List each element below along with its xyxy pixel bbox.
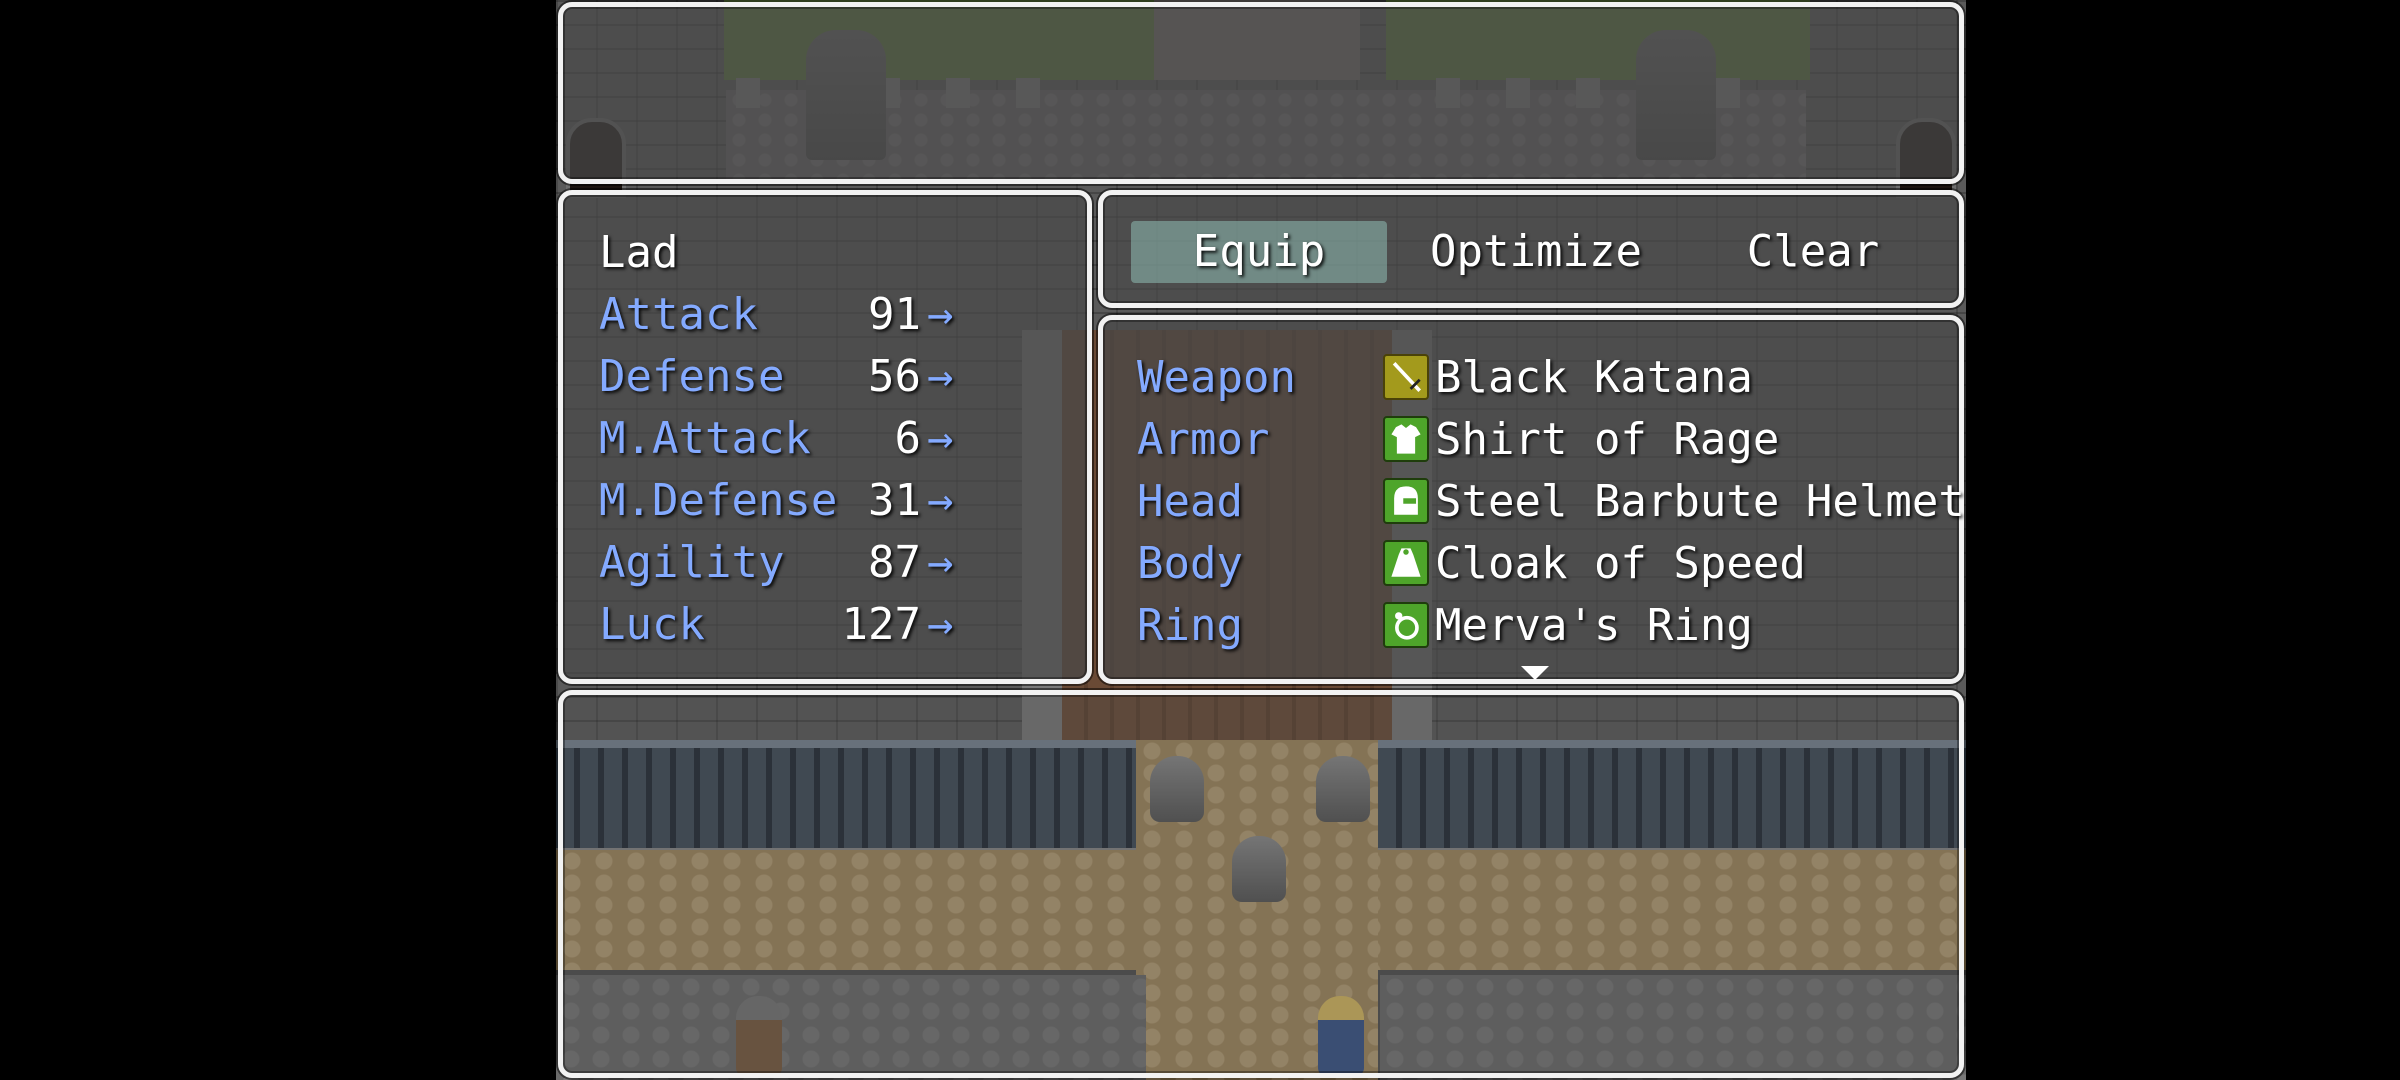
stat-row-agility: Agility 87 →: [599, 535, 1079, 591]
stat-value: 87: [868, 537, 921, 588]
status-window: Lad Attack 91 → Defense 56 → M.Attack 6 …: [558, 190, 1092, 684]
item-name: Shirt of Rage: [1435, 414, 1780, 465]
stat-value: 6: [894, 413, 922, 464]
right-arrow-icon: →: [927, 413, 954, 464]
equip-command[interactable]: Equip: [1131, 221, 1387, 283]
stat-row-luck: Luck 127 →: [599, 597, 1079, 653]
help-window: [558, 2, 1964, 184]
stat-label: Attack: [599, 289, 758, 340]
ring-icon: [1383, 602, 1429, 648]
stat-row-m-attack: M.Attack 6 →: [599, 411, 1079, 467]
stat-row-defense: Defense 56 →: [599, 349, 1079, 405]
item-list-window: [558, 690, 1964, 1078]
shirt-icon: [1383, 416, 1429, 462]
game-screen: Lad Attack 91 → Defense 56 → M.Attack 6 …: [556, 0, 1966, 1080]
stat-label: M.Attack: [599, 413, 811, 464]
stat-label: Agility: [599, 537, 785, 588]
item-name: Black Katana: [1435, 352, 1753, 403]
item-name: Steel Barbute Helmet: [1435, 476, 1965, 527]
slot-row-armor[interactable]: Armor Shirt of Rage: [1137, 412, 1957, 468]
slot-label: Body: [1137, 538, 1243, 589]
stat-value: 91: [868, 289, 921, 340]
stat-value: 127: [841, 599, 921, 650]
stat-value: 31: [868, 475, 921, 526]
stat-label: Luck: [599, 599, 705, 650]
equip-slot-window: Weapon Black Katana Armor Shirt of Rage …: [1098, 315, 1965, 684]
stat-label: Defense: [599, 351, 785, 402]
scroll-down-arrow-icon[interactable]: [1521, 666, 1549, 680]
slot-row-weapon[interactable]: Weapon Black Katana: [1137, 350, 1957, 406]
helmet-icon: [1383, 478, 1429, 524]
right-arrow-icon: →: [927, 537, 954, 588]
right-arrow-icon: →: [927, 599, 954, 650]
item-name: Merva's Ring: [1435, 600, 1753, 651]
slot-label: Weapon: [1137, 352, 1296, 403]
sword-icon: [1383, 354, 1429, 400]
stat-row-m-defense: M.Defense 31 →: [599, 473, 1079, 529]
optimize-command[interactable]: Optimize: [1408, 221, 1664, 283]
clear-command[interactable]: Clear: [1685, 221, 1941, 283]
slot-row-head[interactable]: Head Steel Barbute Helmet: [1137, 474, 1965, 530]
slot-label: Armor: [1137, 414, 1270, 465]
slot-label: Head: [1137, 476, 1243, 527]
stat-row-attack: Attack 91 →: [599, 287, 1079, 343]
stat-value: 56: [868, 351, 921, 402]
slot-row-ring[interactable]: Ring Merva's Ring: [1137, 598, 1957, 654]
command-window: Equip Optimize Clear: [1098, 190, 1964, 308]
right-arrow-icon: →: [927, 351, 954, 402]
slot-label: Ring: [1137, 600, 1243, 651]
actor-name: Lad: [599, 227, 679, 278]
slot-row-body[interactable]: Body Cloak of Speed: [1137, 536, 1957, 592]
item-name: Cloak of Speed: [1435, 538, 1806, 589]
right-arrow-icon: →: [927, 475, 954, 526]
right-arrow-icon: →: [927, 289, 954, 340]
cloak-icon: [1383, 540, 1429, 586]
